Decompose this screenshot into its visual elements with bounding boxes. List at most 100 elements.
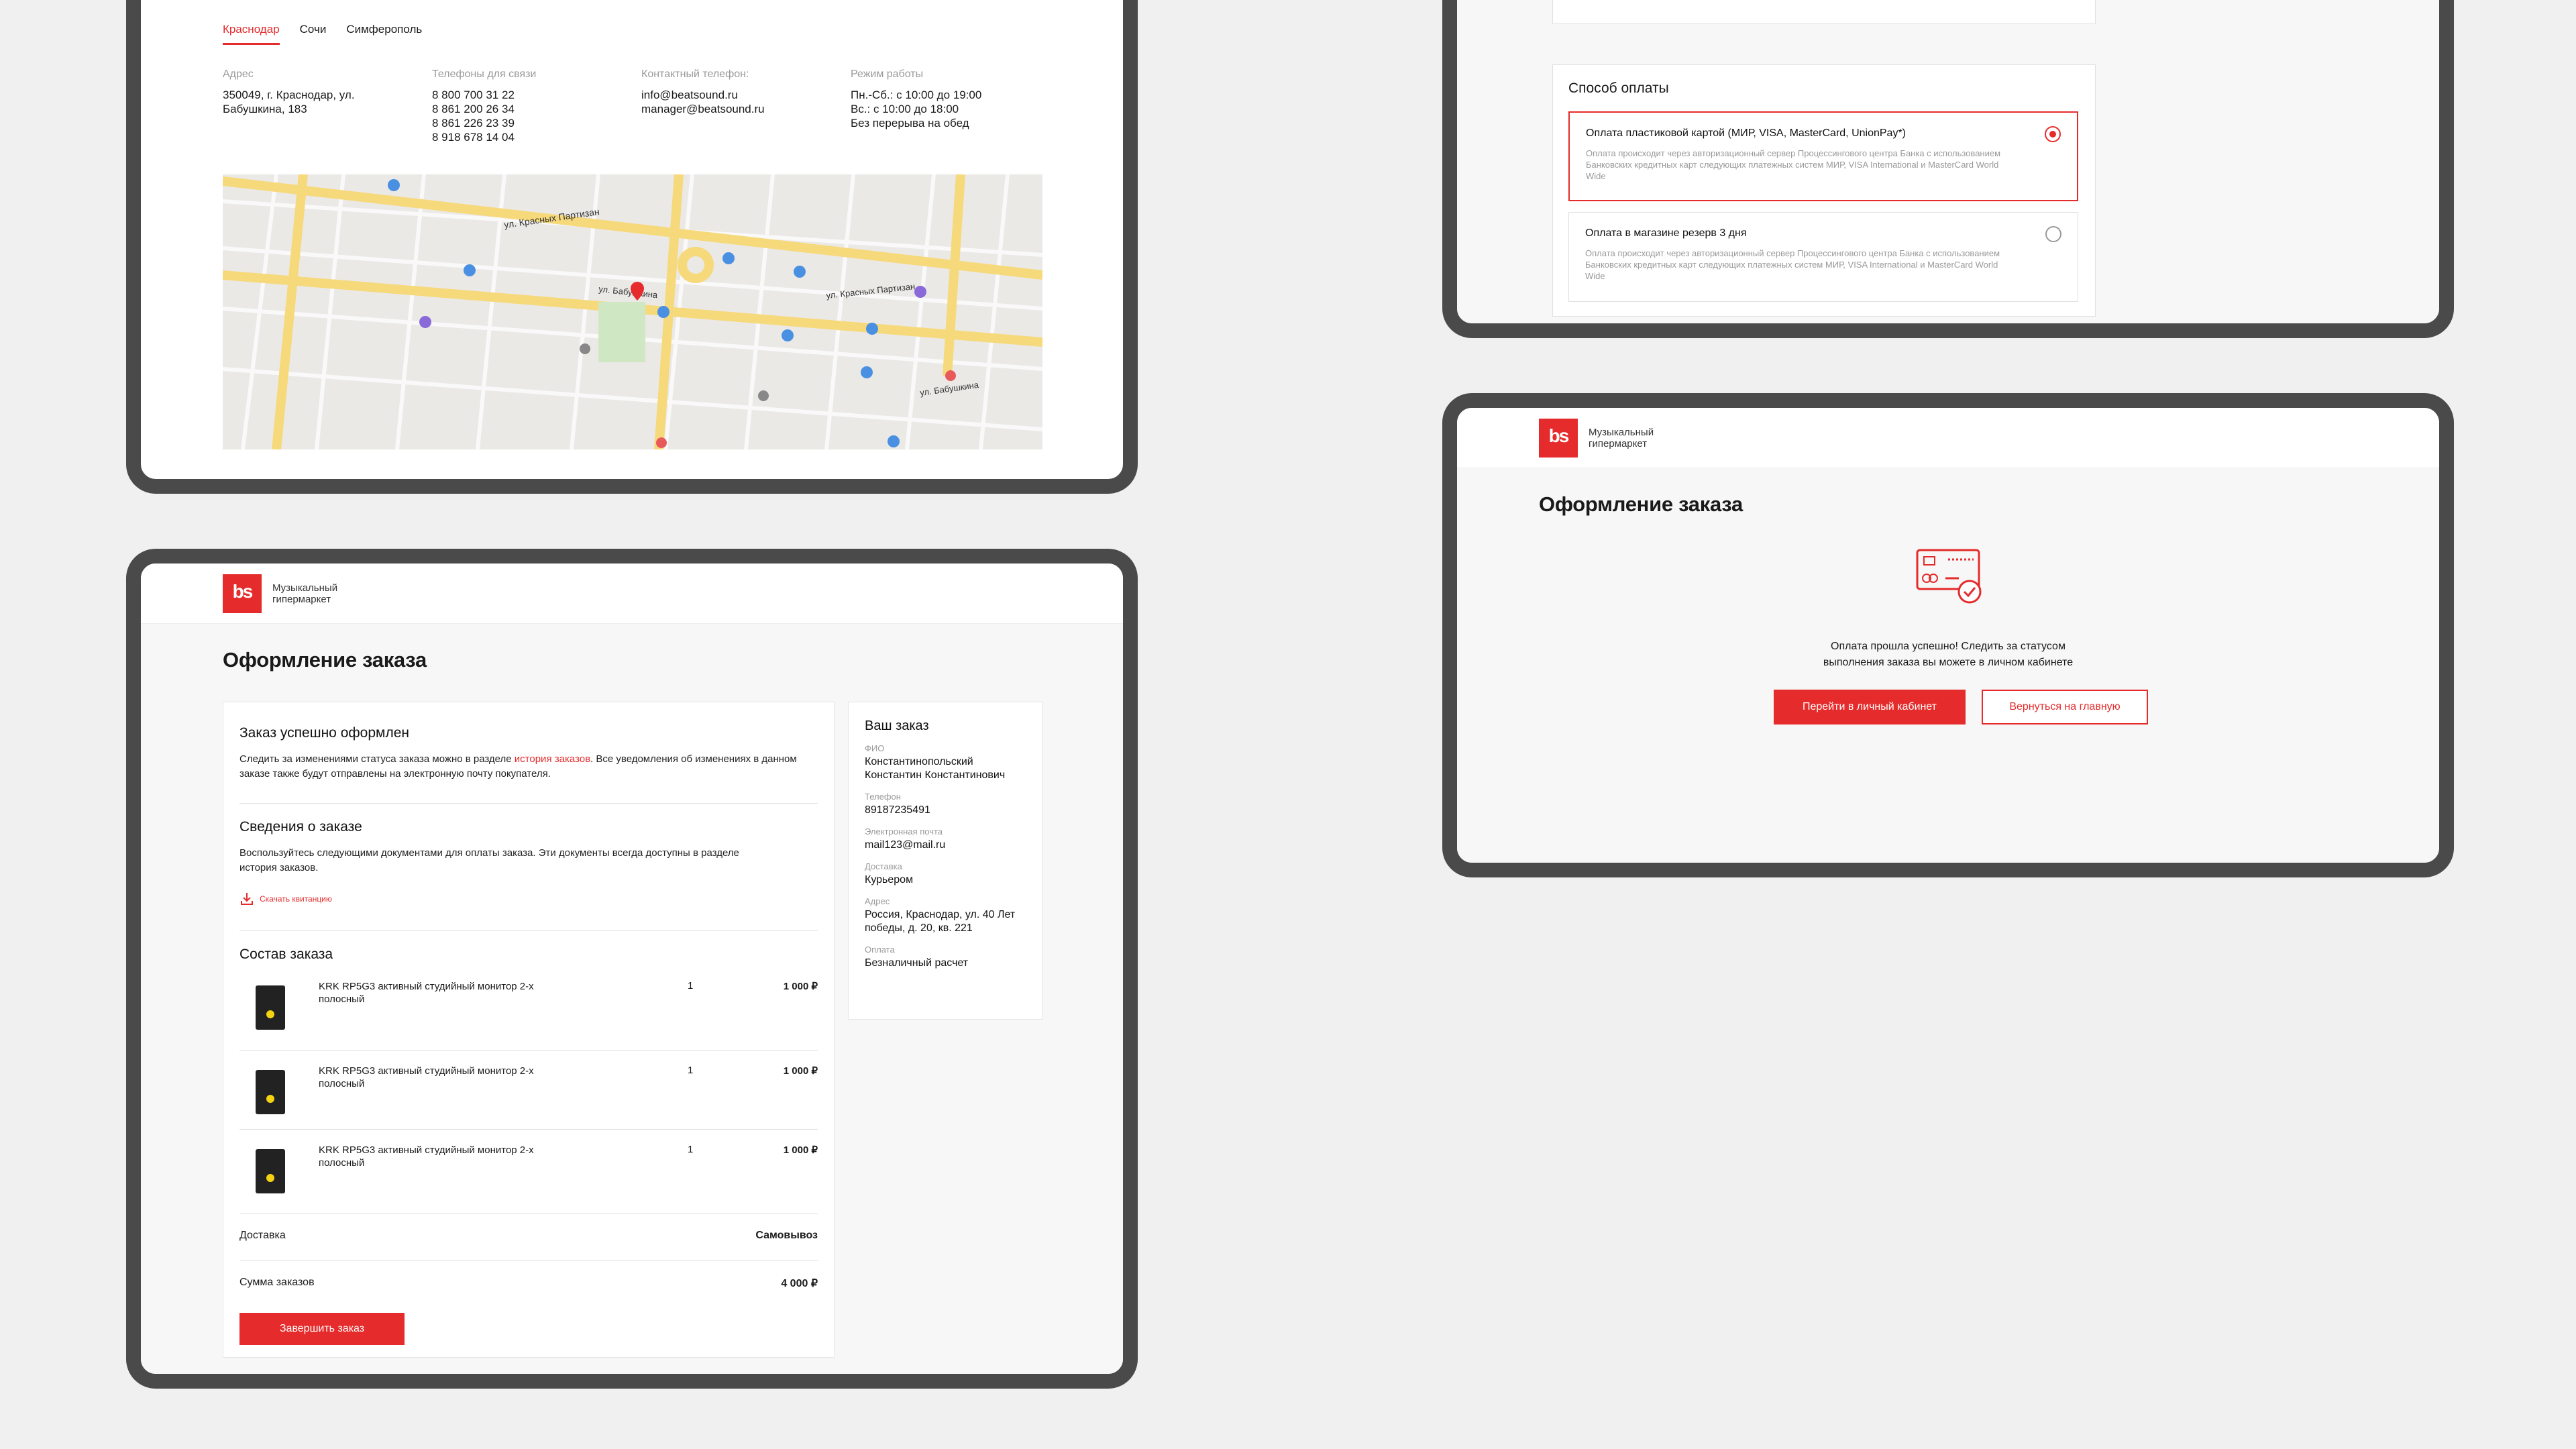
home-button[interactable]: Вернуться на главную xyxy=(1982,690,2148,724)
payment-frame: Способ оплаты Оплата пластиковой картой … xyxy=(1442,0,2454,338)
product-qty: 1 xyxy=(688,1144,694,1155)
contact-columns: Адрес 350049, г. Краснодар, ул. Бабушкин… xyxy=(223,67,1060,144)
hours-label: Режим работы xyxy=(851,68,924,80)
list-item: KRK RP5G3 активный студийный монитор 2-х… xyxy=(239,980,818,1061)
email-link[interactable]: info@beatsound.ru xyxy=(641,88,851,102)
list-item: KRK RP5G3 активный студийный монитор 2-х… xyxy=(239,1065,818,1145)
phone-link[interactable]: 8 800 700 31 22 xyxy=(432,88,641,102)
download-receipt-link[interactable]: Скачать квитанцию xyxy=(239,892,776,906)
store-map[interactable]: ул. Красных Партизан ул. Бабушкина ул. К… xyxy=(223,174,1042,449)
form-card xyxy=(1552,0,2096,24)
card-success-icon xyxy=(1916,549,1982,604)
total-value: 4 000 ₽ xyxy=(781,1278,818,1289)
address-label: Адрес xyxy=(865,896,890,906)
tab-krasnodar[interactable]: Краснодар xyxy=(223,23,280,45)
payment-label: Оплата xyxy=(865,945,895,955)
product-name[interactable]: KRK RP5G3 активный студийный монитор 2-х… xyxy=(319,980,574,1006)
logo[interactable]: bs xyxy=(1539,419,1578,458)
phone-link[interactable]: 8 861 226 23 39 xyxy=(432,116,641,130)
payment-option-title: Оплата пластиковой картой (МИР, VISA, Ma… xyxy=(1586,127,1906,139)
total-row: Сумма заказов 4 000 ₽ xyxy=(239,1277,818,1289)
address-line: 350049, г. Краснодар, ул. xyxy=(223,89,355,101)
email-column: Контактный телефон: info@beatsound.ru ma… xyxy=(641,67,851,144)
total-label: Сумма заказов xyxy=(239,1277,315,1288)
payment-option-title: Оплата в магазине резерв 3 дня xyxy=(1585,227,1747,239)
download-icon xyxy=(241,893,253,905)
phone-label: Телефон xyxy=(865,792,901,802)
email-label: Электронная почта xyxy=(865,826,943,837)
product-qty: 1 xyxy=(688,980,694,991)
product-image[interactable] xyxy=(256,1149,285,1193)
divider xyxy=(239,1129,818,1130)
city-tabs: Краснодар Сочи Симферополь xyxy=(223,23,422,45)
contact-label: Контактный телефон: xyxy=(641,68,749,80)
logo-tagline: Музыкальный гипермаркет xyxy=(272,582,338,605)
product-image[interactable] xyxy=(256,1070,285,1114)
product-image[interactable] xyxy=(256,985,285,1030)
tab-sochi[interactable]: Сочи xyxy=(300,23,327,45)
hours-line: Без перерыва на обед xyxy=(851,117,969,129)
account-button[interactable]: Перейти в личный кабинет xyxy=(1774,690,1966,724)
site-header: bs Музыкальный гипермаркет xyxy=(1457,408,2439,468)
delivery-value: Самовывоз xyxy=(755,1230,818,1241)
logo[interactable]: bs xyxy=(223,574,262,613)
payment-option-card[interactable]: Оплата пластиковой картой (МИР, VISA, Ma… xyxy=(1568,111,2078,201)
phone-link[interactable]: 8 918 678 14 04 xyxy=(432,130,641,144)
phone-value: 89187235491 xyxy=(865,804,930,816)
items-title: Состав заказа xyxy=(239,947,333,962)
payment-success-frame: bs Музыкальный гипермаркет Оформление за… xyxy=(1442,393,2454,877)
docs-text: Воспользуйтесь следующими документами дл… xyxy=(239,847,739,873)
phones-column: Телефоны для связи 8 800 700 31 22 8 861… xyxy=(432,67,641,144)
address-label: Адрес xyxy=(223,68,254,80)
list-item: KRK RP5G3 активный студийный монитор 2-х… xyxy=(239,1144,818,1224)
payment-value: Безналичный расчет xyxy=(865,957,969,969)
hours-line: Пн.-Сб.: с 10:00 до 19:00 xyxy=(851,89,982,101)
phones-label: Телефоны для связи xyxy=(432,68,537,80)
divider xyxy=(239,1050,818,1051)
download-label: Скачать квитанцию xyxy=(260,894,332,904)
site-header: bs Музыкальный гипермаркет xyxy=(141,564,1123,624)
email-link[interactable]: manager@beatsound.ru xyxy=(641,102,851,116)
page-title: Оформление заказа xyxy=(223,648,427,672)
payment-option-desc: Оплата происходит через авторизационный … xyxy=(1586,148,2001,181)
address-column: Адрес 350049, г. Краснодар, ул. Бабушкин… xyxy=(223,67,432,144)
delivery-row: Доставка Самовывоз xyxy=(239,1230,818,1242)
address-value: Россия, Краснодар, ул. 40 Лет победы, д.… xyxy=(865,909,1016,934)
divider xyxy=(239,803,818,804)
order-summary-card: Ваш заказ ФИО Константинопольский Конста… xyxy=(848,702,1042,1020)
delivery-label: Доставка xyxy=(865,861,902,871)
divider xyxy=(239,930,818,931)
checkout-frame: bs Музыкальный гипермаркет Оформление за… xyxy=(126,549,1138,1389)
product-name[interactable]: KRK RP5G3 активный студийный монитор 2-х… xyxy=(319,1065,574,1090)
map-graphic: ул. Красных Партизан ул. Бабушкина ул. К… xyxy=(223,174,1042,449)
fio-label: ФИО xyxy=(865,743,885,753)
divider xyxy=(239,1260,818,1261)
product-price: 1 000 ₽ xyxy=(783,1144,818,1156)
radio-unselected[interactable] xyxy=(2045,226,2061,242)
order-main-card: Заказ успешно оформлен Следить за измене… xyxy=(223,702,835,1358)
page-title: Оформление заказа xyxy=(1539,492,1743,516)
product-price: 1 000 ₽ xyxy=(783,1065,818,1077)
email-value: mail123@mail.ru xyxy=(865,839,946,851)
summary-title: Ваш заказ xyxy=(865,718,929,733)
tab-simferopol[interactable]: Симферополь xyxy=(346,23,422,45)
delivery-label: Доставка xyxy=(239,1230,286,1241)
product-price: 1 000 ₽ xyxy=(783,981,818,992)
docs-title: Сведения о заказе xyxy=(239,819,362,835)
address-line: Бабушкина, 183 xyxy=(223,103,307,115)
delivery-value: Курьером xyxy=(865,874,914,885)
phone-link[interactable]: 8 861 200 26 34 xyxy=(432,102,641,116)
success-title: Заказ успешно оформлен xyxy=(239,725,409,741)
payment-title: Способ оплаты xyxy=(1568,80,1669,96)
payment-option-desc: Оплата происходит через авторизационный … xyxy=(1585,248,2000,281)
payment-option-store[interactable]: Оплата в магазине резерв 3 дня Оплата пр… xyxy=(1568,212,2078,302)
finish-order-button[interactable]: Завершить заказ xyxy=(239,1313,405,1345)
contacts-frame: Краснодар Сочи Симферополь Адрес 350049,… xyxy=(126,0,1138,494)
fio-value: Константинопольский Константин Константи… xyxy=(865,756,1006,781)
order-history-link[interactable]: история заказов xyxy=(515,753,590,765)
radio-selected[interactable] xyxy=(2045,126,2061,142)
product-name[interactable]: KRK RP5G3 активный студийный монитор 2-х… xyxy=(319,1144,574,1169)
success-text: Следить за изменениями статуса заказа мо… xyxy=(239,753,797,780)
product-qty: 1 xyxy=(688,1065,694,1076)
success-message: Оплата прошла успешно! Следить за статус… xyxy=(1823,641,2074,668)
